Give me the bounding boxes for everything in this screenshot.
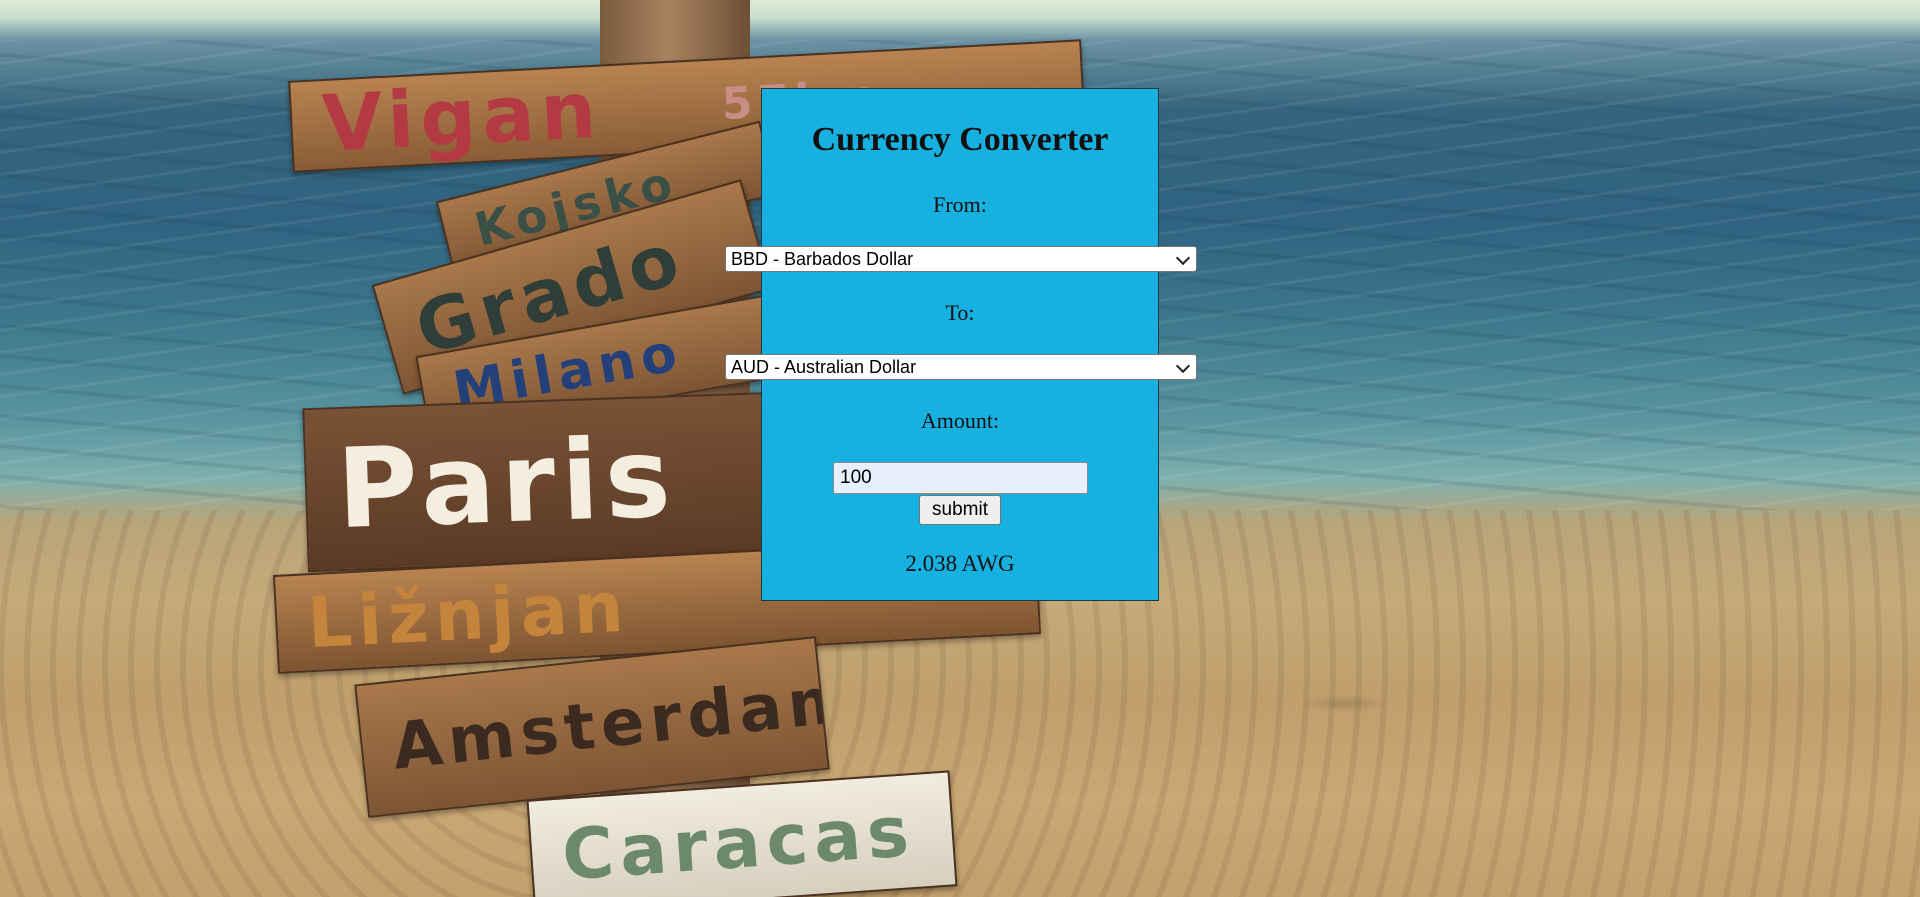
- to-currency-selected: AUD - Australian Dollar: [731, 357, 917, 377]
- chevron-down-icon: [1175, 358, 1191, 374]
- page-title: Currency Converter: [811, 121, 1109, 158]
- to-label: To:: [945, 300, 975, 325]
- from-currency-selected: BBD - Barbados Dollar: [731, 249, 914, 269]
- conversion-result: 2.038 AWG: [905, 551, 1015, 576]
- from-currency-select[interactable]: BBD - Barbados Dollar: [725, 246, 1197, 272]
- amount-label: Amount:: [920, 408, 1000, 433]
- sign-paris: Paris: [302, 391, 782, 573]
- currency-converter-panel: Currency Converter From: BBD - Barbados …: [725, 88, 1197, 601]
- submit-button[interactable]: submit: [919, 495, 1001, 525]
- from-label: From:: [933, 192, 987, 217]
- to-currency-select[interactable]: AUD - Australian Dollar: [725, 354, 1197, 380]
- amount-input[interactable]: 100: [833, 462, 1088, 494]
- chevron-down-icon: [1175, 250, 1191, 266]
